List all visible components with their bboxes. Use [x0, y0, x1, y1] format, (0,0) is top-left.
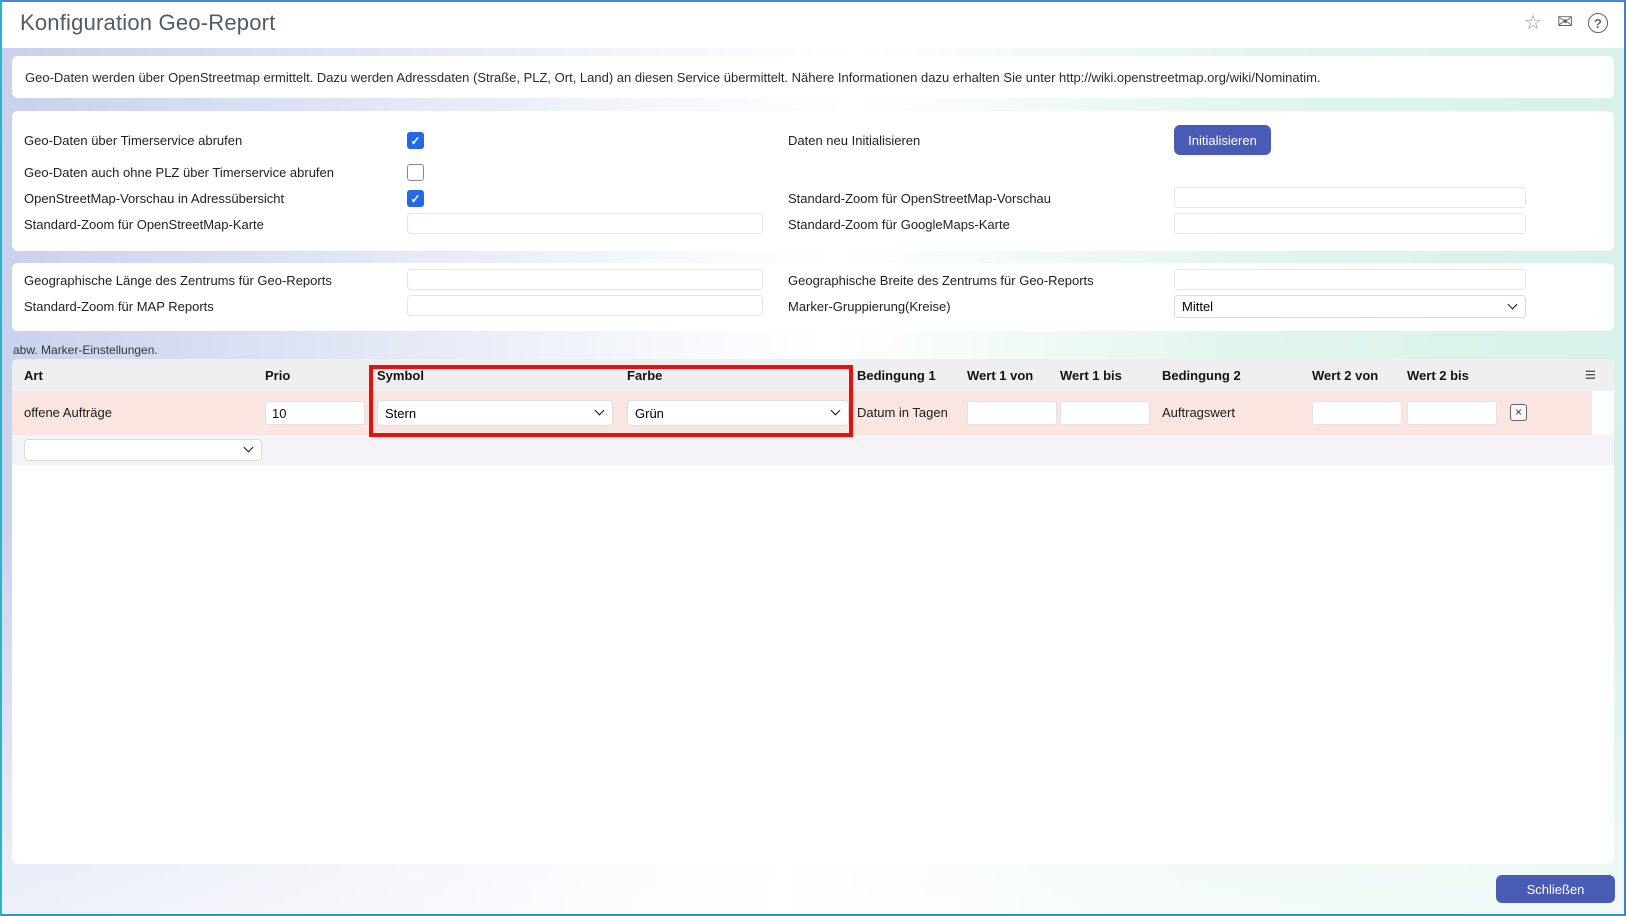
new-row-art-select[interactable] [24, 439, 262, 461]
info-banner-text: Geo-Daten werden über OpenStreetmap ermi… [25, 69, 1321, 85]
select-marker-gruppierung-value: Mittel [1182, 299, 1214, 314]
cell-farbe-select[interactable]: Grün [627, 400, 849, 426]
col-symbol: Symbol [377, 368, 424, 383]
label-zoom-map-reports: Standard-Zoom für MAP Reports [24, 299, 214, 314]
checkbox-osm-vorschau[interactable]: ✓ [407, 190, 424, 207]
help-icon[interactable]: ? [1588, 13, 1608, 33]
label-geodaten-ohne-plz: Geo-Daten auch ohne PLZ über Timerservic… [24, 165, 335, 180]
geo-settings-card: Geographische Länge des Zentrums für Geo… [12, 263, 1614, 331]
col-wert1von: Wert 1 von [967, 368, 1034, 383]
label-osm-vorschau: OpenStreetMap-Vorschau in Adressübersich… [24, 191, 285, 206]
cell-prio-input[interactable] [265, 401, 365, 425]
marker-table: Art Prio Symbol Farbe Bedingung 1 Wert 1… [12, 359, 1614, 864]
marker-table-header: Art Prio Symbol Farbe Bedingung 1 Wert 1… [12, 359, 1614, 391]
select-marker-gruppierung[interactable]: Mittel [1174, 295, 1526, 318]
label-marker-gruppierung: Marker-Gruppierung(Kreise) [788, 299, 951, 314]
favorite-star-icon[interactable]: ☆ [1524, 13, 1542, 33]
cell-art: offene Aufträge [24, 405, 112, 420]
checkbox-geodaten-timerservice[interactable]: ✓ [407, 132, 424, 149]
delete-row-icon[interactable]: × [1510, 404, 1527, 421]
label-geo-laenge: Geographische Länge des Zentrums für Geo… [24, 273, 332, 288]
table-menu-icon[interactable]: ≡ [1585, 365, 1596, 387]
schliessen-button[interactable]: Schließen [1496, 875, 1615, 903]
input-zoom-osm-vorschau[interactable] [1174, 187, 1526, 208]
chevron-down-icon [243, 442, 254, 453]
initialisieren-button[interactable]: Initialisieren [1174, 125, 1271, 155]
col-bedingung2: Bedingung 2 [1162, 368, 1241, 383]
chevron-down-icon [594, 405, 605, 416]
checkbox-geodaten-ohne-plz[interactable] [407, 164, 424, 181]
titlebar-icons: ☆ ✉ ? [1524, 13, 1608, 33]
col-prio: Prio [265, 368, 291, 383]
general-settings-card: Geo-Daten über Timerservice abrufen ✓ Ge… [12, 111, 1614, 251]
input-geo-breite[interactable] [1174, 269, 1526, 290]
check-icon: ✓ [410, 133, 421, 148]
input-zoom-googlemaps[interactable] [1174, 213, 1526, 234]
label-geo-breite: Geographische Breite des Zentrums für Ge… [788, 273, 1094, 288]
new-row-stripe [12, 435, 1614, 465]
marker-table-caption: abw. Marker-Einstellungen. [13, 343, 158, 357]
check-icon: ✓ [410, 191, 421, 206]
cell-wert2bis-input[interactable] [1407, 401, 1497, 425]
input-zoom-map-reports[interactable] [407, 295, 763, 316]
label-daten-neu-initialisieren: Daten neu Initialisieren [788, 133, 921, 148]
cell-symbol-select[interactable]: Stern [377, 400, 613, 426]
titlebar: Konfiguration Geo-Report ☆ ✉ ? [2, 2, 1624, 48]
col-wert2bis: Wert 2 bis [1407, 368, 1469, 383]
cell-wert1von-input[interactable] [967, 401, 1057, 425]
col-farbe: Farbe [627, 368, 663, 383]
dialog-content: Geo-Daten werden über OpenStreetmap ermi… [2, 48, 1624, 914]
cell-wert1bis-input[interactable] [1060, 401, 1150, 425]
cell-bedingung2: Auftragswert [1162, 405, 1235, 420]
cell-farbe-value: Grün [635, 405, 664, 421]
col-bedingung1: Bedingung 1 [857, 368, 936, 383]
mail-icon[interactable]: ✉ [1557, 13, 1573, 33]
label-zoom-osm-karte: Standard-Zoom für OpenStreetMap-Karte [24, 217, 264, 232]
info-banner: Geo-Daten werden über OpenStreetmap ermi… [12, 56, 1614, 98]
config-geo-report-dialog: Konfiguration Geo-Report ☆ ✉ ? Geo-Daten… [0, 0, 1626, 916]
cell-bedingung1: Datum in Tagen [857, 405, 948, 420]
col-wert1bis: Wert 1 bis [1060, 368, 1122, 383]
col-wert2von: Wert 2 von [1312, 368, 1379, 383]
page-title: Konfiguration Geo-Report [20, 10, 276, 35]
input-zoom-osm-karte[interactable] [407, 213, 763, 234]
label-geodaten-timerservice: Geo-Daten über Timerservice abrufen [24, 133, 243, 148]
cell-wert2von-input[interactable] [1312, 401, 1402, 425]
label-zoom-googlemaps: Standard-Zoom für GoogleMaps-Karte [788, 217, 1010, 232]
col-art: Art [24, 368, 43, 383]
chevron-down-icon [830, 405, 841, 416]
table-row: offene Aufträge Stern Grün Datum in Tage… [12, 391, 1592, 435]
label-zoom-osm-vorschau: Standard-Zoom für OpenStreetMap-Vorschau [788, 191, 1052, 206]
chevron-down-icon [1507, 299, 1518, 309]
cell-symbol-value: Stern [385, 405, 417, 421]
input-geo-laenge[interactable] [407, 269, 763, 290]
